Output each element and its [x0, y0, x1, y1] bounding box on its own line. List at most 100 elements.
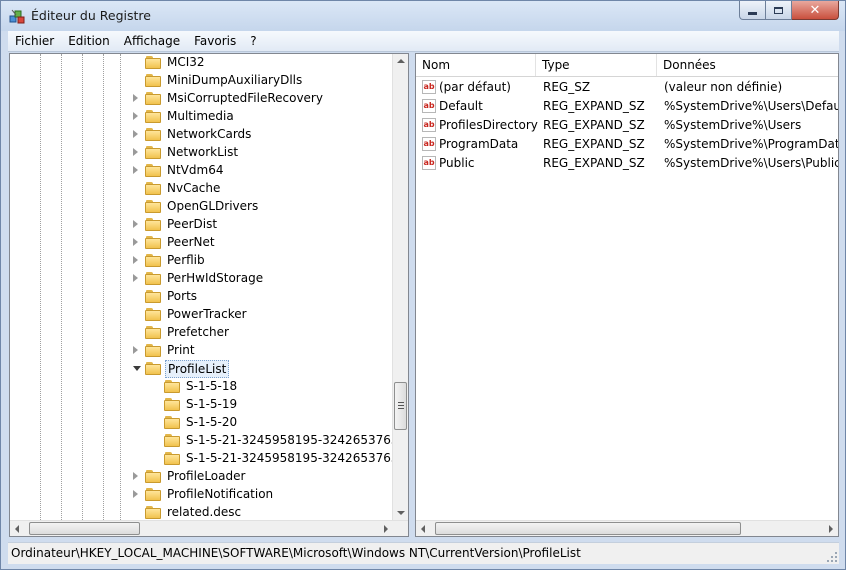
value-row[interactable]: ab ProfilesDirectory REG_EXPAND_SZ %SystemD… [416, 116, 838, 135]
tree-item-label: S-1-5-18 [186, 379, 238, 393]
tree-hscroll-thumb[interactable] [29, 522, 140, 535]
tree-item[interactable]: PeerNet [10, 233, 394, 251]
tree-item[interactable]: ProfileNotification [10, 485, 394, 503]
expand-arrow-icon[interactable] [133, 94, 138, 102]
registry-key-tree[interactable]: MCI32 MiniDumpAuxiliaryDlls MsiCorruptedFi… [9, 53, 409, 537]
folder-icon [145, 506, 161, 519]
tree-item[interactable]: S-1-5-19 [10, 395, 394, 413]
value-data: %SystemDrive%\Users [664, 118, 802, 132]
expand-arrow-icon[interactable] [133, 148, 138, 156]
tree-item[interactable]: NvCache [10, 179, 394, 197]
tree-item-label: Perflib [167, 253, 205, 267]
maximize-button[interactable] [766, 1, 792, 20]
folder-icon [164, 416, 180, 429]
tree-item-label: Multimedia [167, 109, 234, 123]
scroll-left-icon[interactable] [421, 525, 425, 533]
expand-arrow-icon[interactable] [133, 490, 138, 498]
minimize-button[interactable] [739, 1, 766, 20]
tree-item[interactable]: NetworkCards [10, 125, 394, 143]
list-hscroll-thumb[interactable] [435, 522, 741, 535]
tree-item-label: PeerDist [167, 217, 218, 231]
value-row[interactable]: ab Public REG_EXPAND_SZ %SystemDrive%\Users… [416, 154, 838, 173]
tree-item-label: PowerTracker [167, 307, 247, 321]
menu-favoris[interactable]: Favoris [187, 34, 243, 48]
tree-item[interactable]: PeerDist [10, 215, 394, 233]
expand-arrow-icon[interactable] [133, 166, 138, 174]
tree-item-label: Print [167, 343, 195, 357]
value-row[interactable]: ab Default REG_EXPAND_SZ %SystemDrive%\User… [416, 97, 838, 116]
tree-item[interactable]: ProfileLoader [10, 467, 394, 485]
tree-item[interactable]: Multimedia [10, 107, 394, 125]
expand-arrow-icon[interactable] [133, 130, 138, 138]
registry-values-list[interactable]: Nom Type Données ab (par défaut) REG_SZ (va… [415, 53, 839, 537]
close-button[interactable]: ✕ [792, 1, 839, 20]
tree-item[interactable]: S-1-5-18 [10, 377, 394, 395]
tree-item[interactable]: PowerTracker [10, 305, 394, 323]
folder-icon [164, 434, 180, 447]
scroll-right-icon[interactable] [829, 525, 833, 533]
menu-edition[interactable]: Edition [61, 34, 117, 48]
column-header-data[interactable]: Données [657, 54, 838, 76]
tree-item[interactable]: PerHwIdStorage [10, 269, 394, 287]
tree-item-label: MCI32 [167, 55, 205, 69]
tree-item[interactable]: NetworkList [10, 143, 394, 161]
expand-arrow-icon[interactable] [133, 274, 138, 282]
column-header-name[interactable]: Nom [416, 54, 536, 76]
expand-arrow-icon[interactable] [133, 472, 138, 480]
folder-icon [145, 218, 161, 231]
tree-item-label: S-1-5-21-3245958195-3242653765-35515 [186, 433, 408, 447]
folder-icon [145, 290, 161, 303]
value-row[interactable]: ab ProgramData REG_EXPAND_SZ %SystemDrive%\… [416, 135, 838, 154]
scroll-right-icon[interactable] [384, 525, 388, 533]
tree-item-label: S-1-5-20 [186, 415, 238, 429]
value-row[interactable]: ab (par défaut) REG_SZ (valeur non définie) [416, 78, 838, 97]
title-bar[interactable]: Éditeur du Registre ✕ [1, 1, 845, 31]
tree-item-label: NtVdm64 [167, 163, 224, 177]
tree-item[interactable]: Perflib [10, 251, 394, 269]
value-name: Public [439, 156, 475, 170]
folder-icon [145, 344, 161, 357]
value-type: REG_EXPAND_SZ [543, 137, 645, 151]
string-value-icon: ab [422, 137, 436, 151]
tree-item[interactable]: related.desc [10, 503, 394, 521]
value-type: REG_SZ [543, 80, 591, 94]
list-horizontal-scrollbar[interactable] [416, 520, 838, 536]
folder-icon [145, 272, 161, 285]
size-grip[interactable] [825, 550, 837, 562]
scroll-up-icon[interactable] [397, 59, 405, 63]
expand-arrow-icon[interactable] [133, 256, 138, 264]
tree-item[interactable]: MCI32 [10, 54, 394, 71]
tree-item[interactable]: S-1-5-20 [10, 413, 394, 431]
expand-arrow-icon[interactable] [133, 220, 138, 228]
folder-icon [145, 326, 161, 339]
expand-arrow-icon[interactable] [133, 238, 138, 246]
tree-item-label: PeerNet [167, 235, 215, 249]
tree-vertical-scrollbar[interactable] [392, 54, 408, 520]
folder-icon [164, 380, 180, 393]
status-path: Ordinateur\HKEY_LOCAL_MACHINE\SOFTWARE\M… [11, 546, 581, 560]
tree-item[interactable]: Prefetcher [10, 323, 394, 341]
tree-item[interactable]: Ports [10, 287, 394, 305]
scroll-left-icon[interactable] [15, 525, 19, 533]
menu-affichage[interactable]: Affichage [117, 34, 187, 48]
string-value-icon: ab [422, 156, 436, 170]
tree-item[interactable]: S-1-5-21-3245958195-3242653765-35515 [10, 449, 408, 467]
tree-scroll-thumb[interactable] [394, 382, 407, 430]
menu-help[interactable]: ? [243, 34, 263, 48]
tree-item[interactable]: ProfileList [10, 359, 394, 378]
tree-item[interactable]: Print [10, 341, 394, 359]
tree-item[interactable]: MiniDumpAuxiliaryDlls [10, 71, 394, 89]
tree-item[interactable]: MsiCorruptedFileRecovery [10, 89, 394, 107]
tree-horizontal-scrollbar[interactable] [10, 520, 408, 536]
tree-item-label: OpenGLDrivers [167, 199, 259, 213]
expand-arrow-icon[interactable] [133, 346, 138, 354]
tree-item[interactable]: S-1-5-21-3245958195-3242653765-35515 [10, 431, 408, 449]
scroll-down-icon[interactable] [397, 511, 405, 515]
tree-item[interactable]: OpenGLDrivers [10, 197, 394, 215]
tree-item[interactable]: NtVdm64 [10, 161, 394, 179]
column-header-type[interactable]: Type [536, 54, 657, 76]
value-type: REG_EXPAND_SZ [543, 99, 645, 113]
collapse-arrow-icon[interactable] [133, 366, 141, 371]
expand-arrow-icon[interactable] [133, 112, 138, 120]
menu-fichier[interactable]: Fichier [8, 34, 61, 48]
